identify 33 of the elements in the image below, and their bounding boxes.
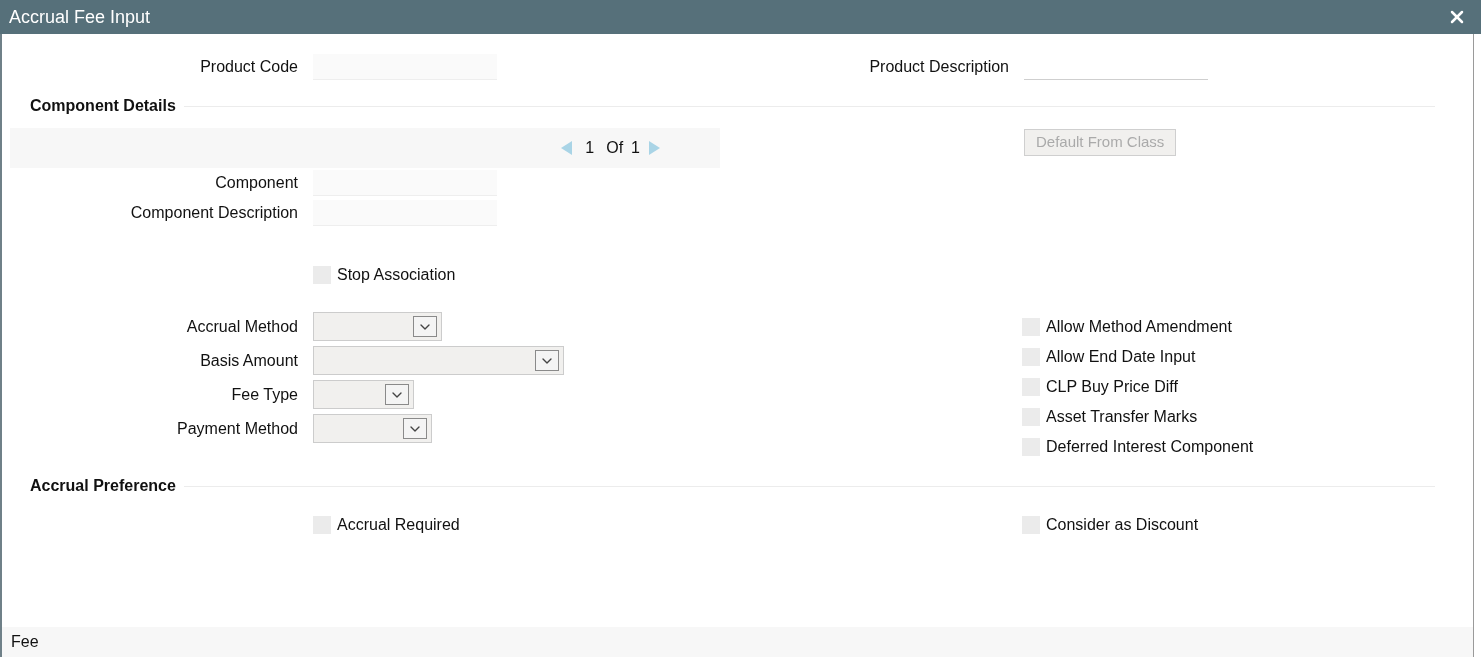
checkbox-label: CLP Buy Price Diff (1046, 377, 1178, 397)
dropdown-button[interactable] (413, 316, 437, 337)
dropdown-button[interactable] (535, 350, 559, 371)
field-label: Product Description (868, 57, 1009, 77)
footer-label: Fee (11, 632, 39, 652)
field-label: Product Code (199, 57, 298, 77)
field-label: Payment Method (176, 418, 298, 439)
dropdown[interactable] (313, 414, 432, 443)
checkbox-label: Asset Transfer Marks (1046, 407, 1198, 427)
previous-icon[interactable] (561, 141, 574, 155)
checkbox-label: Allow End Date Input (1046, 347, 1196, 367)
field-label: Basis Amount (199, 350, 298, 371)
field-label: Accrual Method (185, 316, 298, 337)
checkbox-label: Consider as Discount (1046, 515, 1199, 535)
field-label: Component Description (129, 203, 298, 223)
checkbox-label: Deferred Interest Component (1046, 437, 1254, 457)
checkbox-label: Stop Association (337, 265, 456, 285)
dropdown-button[interactable] (385, 384, 409, 405)
field-label: Component (214, 173, 298, 193)
checkbox-label: Allow Method Amendment (1046, 317, 1232, 337)
page-of: Of (606, 138, 624, 158)
next-icon[interactable] (648, 141, 660, 155)
checkbox-label: Accrual Required (337, 515, 460, 535)
section-heading: Accrual Preference (30, 476, 176, 496)
field-label: Fee Type (230, 384, 298, 405)
page-total: 1 (631, 138, 640, 158)
dropdown-button[interactable] (403, 418, 427, 439)
page-number: 1 (585, 138, 595, 158)
section-heading: Component Details (30, 96, 176, 116)
window-title: Accrual Fee Input (9, 5, 151, 29)
dropdown[interactable] (313, 380, 414, 409)
dropdown[interactable] (313, 312, 442, 341)
dropdown[interactable] (313, 346, 564, 375)
